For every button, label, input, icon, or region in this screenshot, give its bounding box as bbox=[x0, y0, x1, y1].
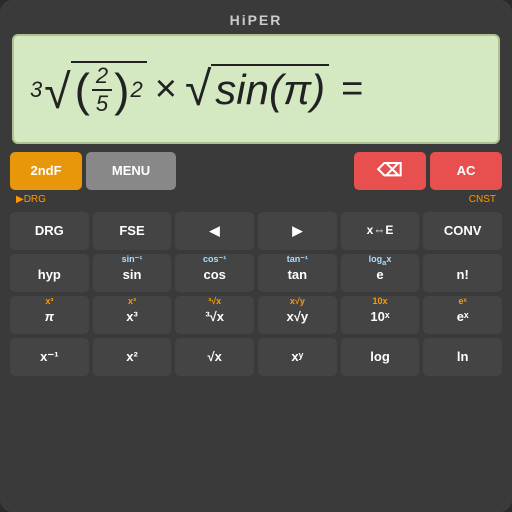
2ndf-button[interactable]: 2ndF bbox=[10, 152, 82, 190]
log-button[interactable]: log bbox=[341, 338, 420, 376]
row4: x⁻¹ x² √x xʸ log ln bbox=[10, 338, 502, 376]
fse-button[interactable]: FSE bbox=[93, 212, 172, 250]
nfact-button[interactable]: n! bbox=[423, 254, 502, 292]
x2-button[interactable]: x² bbox=[93, 338, 172, 376]
drg-button[interactable]: DRG bbox=[10, 212, 89, 250]
indicator-row: ▶DRG CNST bbox=[10, 194, 502, 208]
cnst-indicator: CNST bbox=[469, 194, 496, 208]
x3-button[interactable]: x³ x³ bbox=[93, 296, 172, 334]
radical-index: 3 bbox=[30, 77, 42, 103]
special-row: 2ndF MENU ⌫ AC bbox=[10, 152, 502, 190]
app-title: HiPER bbox=[8, 8, 504, 34]
10x-button[interactable]: 10x 10ˣ bbox=[341, 296, 420, 334]
pi-button[interactable]: x³ π bbox=[10, 296, 89, 334]
row2: hyp sin⁻¹ sin cos⁻¹ cos tan⁻¹ tan logax … bbox=[10, 254, 502, 292]
sqrt-button[interactable]: √x bbox=[175, 338, 254, 376]
display-screen: 3 √ ( 2 5 ) 2 × √ sin(π) = bbox=[12, 34, 500, 144]
calculator: HiPER 3 √ ( 2 5 ) 2 × √ bbox=[0, 0, 512, 512]
ex-button[interactable]: eˣ eˣ bbox=[423, 296, 502, 334]
tan-button[interactable]: tan⁻¹ tan bbox=[258, 254, 337, 292]
hyp-button[interactable]: hyp bbox=[10, 254, 89, 292]
conv-button[interactable]: CONV bbox=[423, 212, 502, 250]
xinv-button[interactable]: x⁻¹ bbox=[10, 338, 89, 376]
right-arrow-button[interactable]: ▶ bbox=[258, 212, 337, 250]
menu-button[interactable]: MENU bbox=[86, 152, 176, 190]
ln-button[interactable]: ln bbox=[423, 338, 502, 376]
row1: DRG FSE ◀ ▶ x⇔E CONV bbox=[10, 212, 502, 250]
xrooty-button[interactable]: x√y x√y bbox=[258, 296, 337, 334]
buttons-area: 2ndF MENU ⌫ AC ▶DRG CNST DRG FSE bbox=[8, 152, 504, 376]
backspace-button[interactable]: ⌫ bbox=[354, 152, 426, 190]
left-arrow-button[interactable]: ◀ bbox=[175, 212, 254, 250]
drg-indicator: ▶DRG bbox=[16, 194, 46, 208]
display-expression: 3 √ ( 2 5 ) 2 × √ sin(π) = bbox=[30, 61, 363, 118]
cbrt-button[interactable]: ³√x ³√x bbox=[175, 296, 254, 334]
xe-button[interactable]: x⇔E bbox=[341, 212, 420, 250]
sin-button[interactable]: sin⁻¹ sin bbox=[93, 254, 172, 292]
ac-button[interactable]: AC bbox=[430, 152, 502, 190]
e-button[interactable]: logax e bbox=[341, 254, 420, 292]
cos-button[interactable]: cos⁻¹ cos bbox=[175, 254, 254, 292]
row3: x³ π x³ x³ ³√x ³√x x√y x√y 10x 10ˣ eˣ eˣ bbox=[10, 296, 502, 334]
xy-button[interactable]: xʸ bbox=[258, 338, 337, 376]
